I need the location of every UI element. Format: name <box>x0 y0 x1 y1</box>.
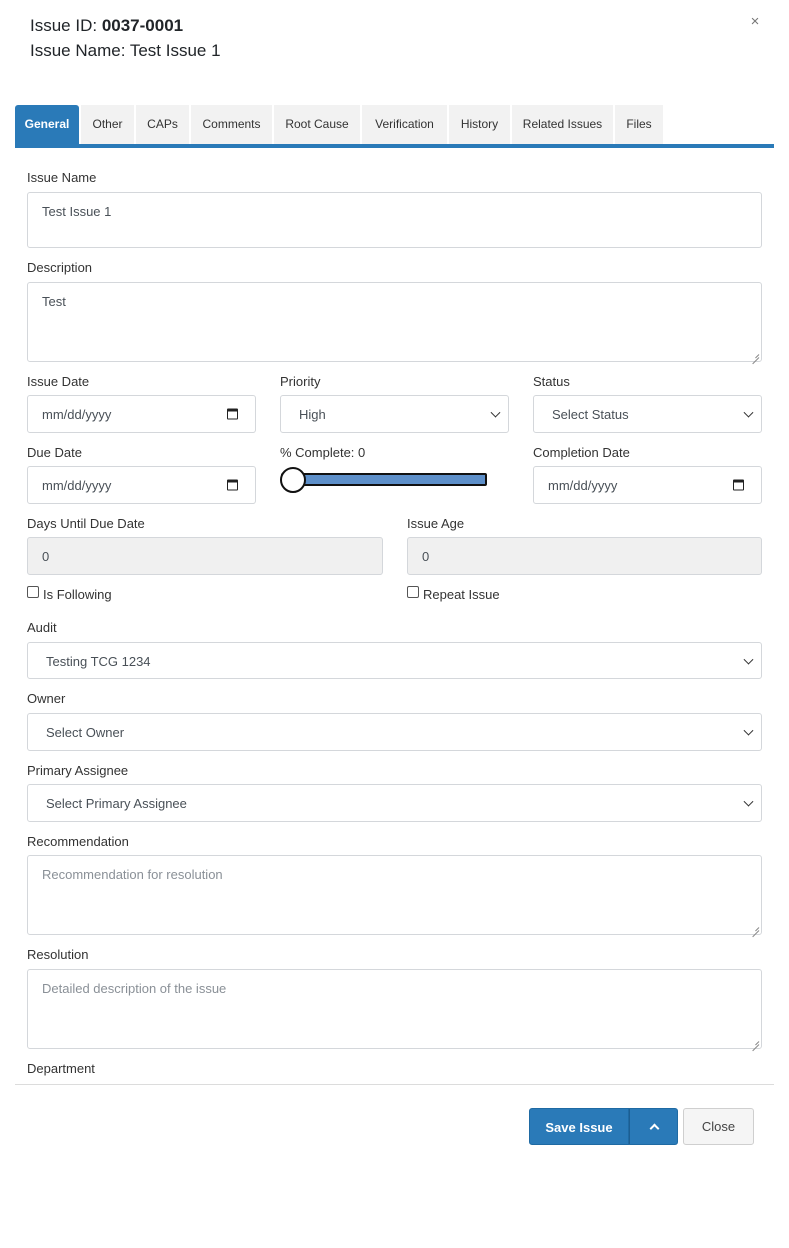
chevron-down-icon <box>743 796 754 807</box>
tab-files[interactable]: Files <box>615 105 663 144</box>
percent-complete-label: % Complete: 0 <box>280 445 366 460</box>
percent-complete-slider[interactable] <box>281 473 487 486</box>
tab-other[interactable]: Other <box>81 105 134 144</box>
issue-age-field: 0 <box>407 537 762 575</box>
issue-date-input[interactable]: mm/dd/yyyy <box>27 395 256 433</box>
tab-general[interactable]: General <box>15 105 79 144</box>
tab-bar: General Other CAPs Comments Root Cause V… <box>15 105 665 144</box>
priority-select[interactable]: High <box>280 395 509 433</box>
resize-grip-icon[interactable] <box>750 350 759 359</box>
repeat-issue-checkbox[interactable] <box>407 586 419 598</box>
tab-verification[interactable]: Verification <box>362 105 447 144</box>
owner-label: Owner <box>27 691 66 706</box>
tab-comments[interactable]: Comments <box>191 105 272 144</box>
issue-id-line: Issue ID: 0037-0001 <box>30 16 183 36</box>
status-label: Status <box>533 374 570 389</box>
tab-root-cause[interactable]: Root Cause <box>274 105 360 144</box>
save-options-toggle[interactable] <box>629 1108 678 1145</box>
close-button[interactable]: Close <box>683 1108 754 1145</box>
completion-date-label: Completion Date <box>533 445 630 460</box>
save-issue-button[interactable]: Save Issue <box>529 1108 629 1145</box>
tab-underline <box>15 144 774 148</box>
recommendation-label: Recommendation <box>27 834 129 849</box>
chevron-down-icon <box>743 654 754 665</box>
chevron-down-icon <box>490 407 501 418</box>
issue-name-line: Issue Name: Test Issue 1 <box>30 41 221 60</box>
issue-id-label: Issue ID: <box>30 16 102 35</box>
audit-value: Testing TCG 1234 <box>46 654 151 669</box>
days-until-due-label: Days Until Due Date <box>27 516 145 531</box>
primary-assignee-select[interactable]: Select Primary Assignee <box>27 784 762 822</box>
department-label: Department <box>27 1061 95 1076</box>
audit-select[interactable]: Testing TCG 1234 <box>27 642 762 679</box>
resolution-label: Resolution <box>27 947 89 962</box>
issue-id-value: 0037-0001 <box>101 16 184 35</box>
days-until-due-value: 0 <box>42 549 50 564</box>
status-value: Select Status <box>552 407 629 422</box>
days-until-due-field: 0 <box>27 537 383 575</box>
recommendation-textarea[interactable]: Recommendation for resolution <box>27 855 762 935</box>
issue-name-value: Test Issue 1 <box>42 204 112 219</box>
tab-caps[interactable]: CAPs <box>136 105 189 144</box>
issue-name-input[interactable]: Test Issue 1 <box>27 192 762 248</box>
due-date-placeholder: mm/dd/yyyy <box>42 478 112 493</box>
issue-date-label: Issue Date <box>27 374 90 389</box>
primary-assignee-value: Select Primary Assignee <box>46 796 187 811</box>
is-following-label[interactable]: Is Following <box>43 587 112 602</box>
modal-footer-divider <box>15 1084 774 1085</box>
description-textarea[interactable]: Test <box>27 282 762 362</box>
resolution-placeholder: Detailed description of the issue <box>42 981 227 996</box>
is-following-checkbox[interactable] <box>27 586 39 598</box>
primary-assignee-label: Primary Assignee <box>27 763 129 778</box>
calendar-icon[interactable] <box>227 479 238 491</box>
owner-value: Select Owner <box>46 725 125 740</box>
tab-related-issues[interactable]: Related Issues <box>512 105 613 144</box>
status-select[interactable]: Select Status <box>533 395 762 433</box>
priority-label: Priority <box>280 374 321 389</box>
issue-age-value: 0 <box>422 549 430 564</box>
due-date-input[interactable]: mm/dd/yyyy <box>27 466 256 504</box>
chevron-up-icon <box>649 1123 660 1134</box>
completion-date-placeholder: mm/dd/yyyy <box>548 478 618 493</box>
owner-select[interactable]: Select Owner <box>27 713 762 751</box>
description-value: Test <box>42 294 66 309</box>
chevron-down-icon <box>743 725 754 736</box>
tab-history[interactable]: History <box>449 105 510 144</box>
completion-date-input[interactable]: mm/dd/yyyy <box>533 466 762 504</box>
resize-grip-icon[interactable] <box>750 923 759 932</box>
repeat-issue-label[interactable]: Repeat Issue <box>423 587 500 602</box>
resolution-textarea[interactable]: Detailed description of the issue <box>27 969 762 1049</box>
description-label: Description <box>27 260 93 275</box>
audit-label: Audit <box>27 620 57 635</box>
close-icon[interactable]: × <box>746 12 764 32</box>
slider-handle[interactable] <box>280 467 306 493</box>
chevron-down-icon <box>743 407 754 418</box>
issue-age-label: Issue Age <box>407 516 465 531</box>
resize-grip-icon[interactable] <box>750 1037 759 1046</box>
priority-value: High <box>299 407 326 422</box>
issue-name-label: Issue Name <box>27 170 97 185</box>
recommendation-placeholder: Recommendation for resolution <box>42 867 223 882</box>
calendar-icon[interactable] <box>733 479 744 491</box>
issue-date-placeholder: mm/dd/yyyy <box>42 407 112 422</box>
calendar-icon[interactable] <box>227 408 238 420</box>
due-date-label: Due Date <box>27 445 82 460</box>
